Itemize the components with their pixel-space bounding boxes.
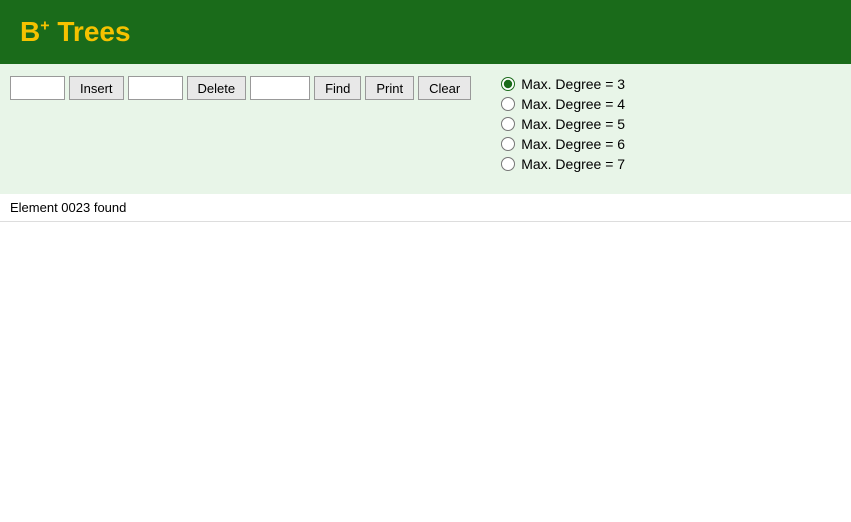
radio-text-degree-3: Max. Degree = 3 — [521, 76, 625, 92]
find-button[interactable]: Find — [314, 76, 361, 100]
radio-degree-5[interactable] — [501, 117, 515, 131]
radio-degree-7[interactable] — [501, 157, 515, 171]
radio-label-degree-5[interactable]: Max. Degree = 5 — [501, 116, 625, 132]
delete-input[interactable] — [128, 76, 183, 100]
title-superscript: + — [40, 18, 49, 35]
radio-label-degree-7[interactable]: Max. Degree = 7 — [501, 156, 625, 172]
status-bar: Element 0023 found — [0, 194, 851, 222]
radio-degree-4[interactable] — [501, 97, 515, 111]
insert-input[interactable] — [10, 76, 65, 100]
toolbar: Insert Delete Find Print Clear Max. Degr… — [0, 64, 851, 194]
radio-text-degree-4: Max. Degree = 4 — [521, 96, 625, 112]
degree-options: Max. Degree = 3 Max. Degree = 4 Max. Degre… — [501, 74, 625, 172]
radio-text-degree-6: Max. Degree = 6 — [521, 136, 625, 152]
radio-label-degree-6[interactable]: Max. Degree = 6 — [501, 136, 625, 152]
radio-label-degree-3[interactable]: Max. Degree = 3 — [501, 76, 625, 92]
radio-text-degree-7: Max. Degree = 7 — [521, 156, 625, 172]
status-message: Element 0023 found — [10, 200, 126, 215]
radio-degree-3[interactable] — [501, 77, 515, 91]
app-header: B+ Trees — [0, 0, 851, 64]
radio-label-degree-4[interactable]: Max. Degree = 4 — [501, 96, 625, 112]
delete-button[interactable]: Delete — [187, 76, 247, 100]
print-button[interactable]: Print — [365, 76, 414, 100]
clear-button[interactable]: Clear — [418, 76, 471, 100]
canvas-area — [0, 222, 851, 522]
radio-text-degree-5: Max. Degree = 5 — [521, 116, 625, 132]
insert-button[interactable]: Insert — [69, 76, 124, 100]
toolbar-controls: Insert Delete Find Print Clear — [10, 74, 471, 100]
radio-degree-6[interactable] — [501, 137, 515, 151]
find-input[interactable] — [250, 76, 310, 100]
app-title: B+ Trees — [20, 16, 131, 48]
